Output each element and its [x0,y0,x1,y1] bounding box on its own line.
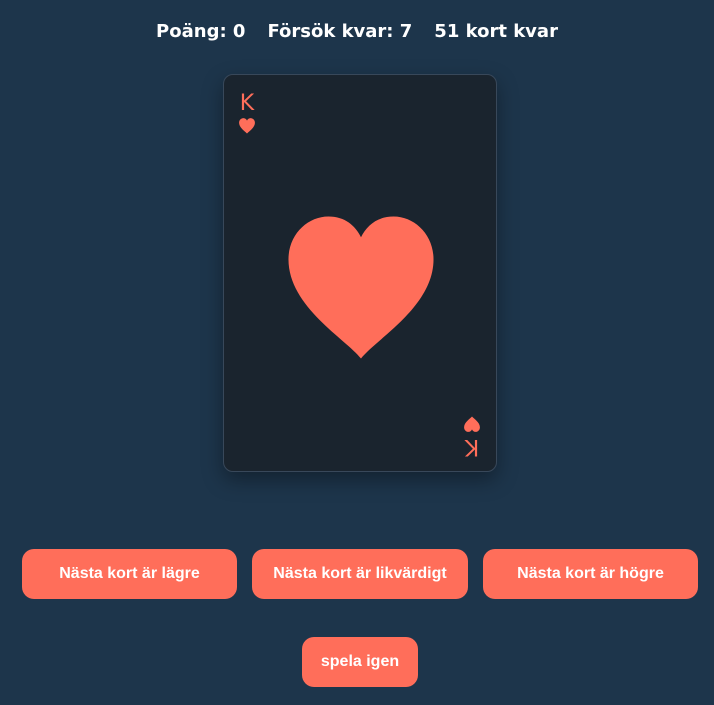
game-stage: Poäng: 0 Försök kvar: 7 51 kort kvar K K… [0,0,714,705]
heart-icon [464,416,480,432]
score-label: Poäng: 0 [156,21,246,42]
heart-icon [239,118,255,134]
guess-higher-button[interactable]: Nästa kort är högre [483,549,698,599]
card-rank: K [239,91,255,116]
guess-equal-button[interactable]: Nästa kort är likvärdigt [252,549,468,599]
attempts-label: Försök kvar: 7 [267,21,413,42]
card-rank: K [464,434,480,459]
cards-left-label: 51 kort kvar [434,21,558,42]
playing-card: K K [223,74,497,472]
heart-icon [288,216,434,359]
guess-lower-button[interactable]: Nästa kort är lägre [22,549,237,599]
play-again-button[interactable]: spela igen [302,637,418,687]
stats-bar: Poäng: 0 Försök kvar: 7 51 kort kvar [0,20,714,44]
card-corner-bottom-right: K [460,415,484,459]
card-corner-top-left: K [235,93,259,135]
